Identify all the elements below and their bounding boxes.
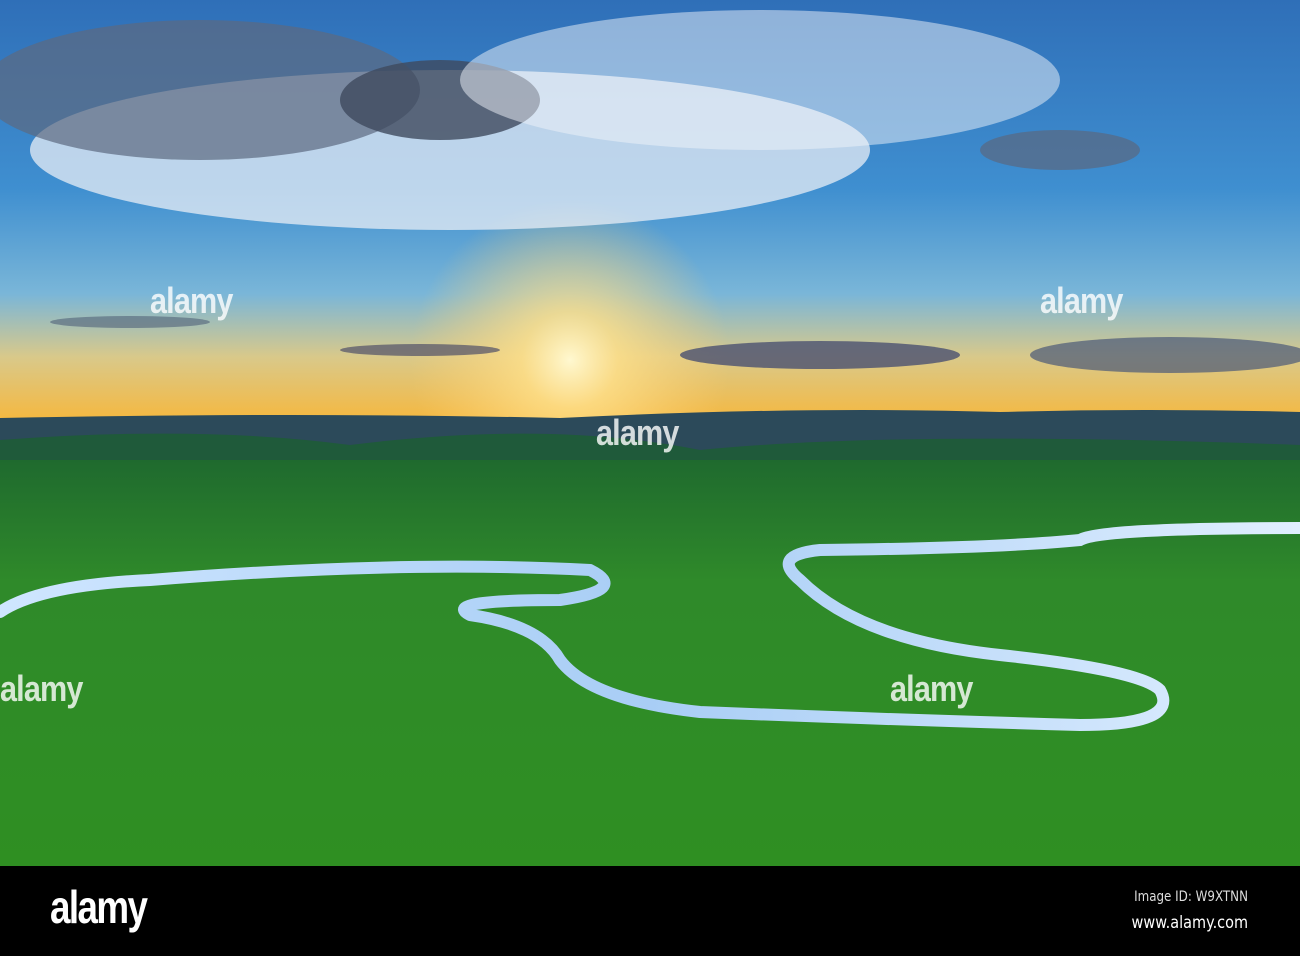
site-url: www.alamy.com: [1131, 913, 1248, 933]
alamy-logo: alamy: [50, 881, 148, 933]
stock-photo-frame: alamy alamy alamy alamy alamy alamy Imag…: [0, 0, 1300, 956]
watermark: alamy: [1040, 280, 1123, 321]
watermark: alamy: [150, 280, 233, 321]
watermark: alamy: [890, 668, 973, 709]
footer-bar: [0, 866, 1300, 956]
image-id: Image ID: W9XTNN: [1134, 889, 1248, 905]
watermark: alamy: [596, 412, 679, 453]
watermark: alamy: [0, 668, 83, 709]
